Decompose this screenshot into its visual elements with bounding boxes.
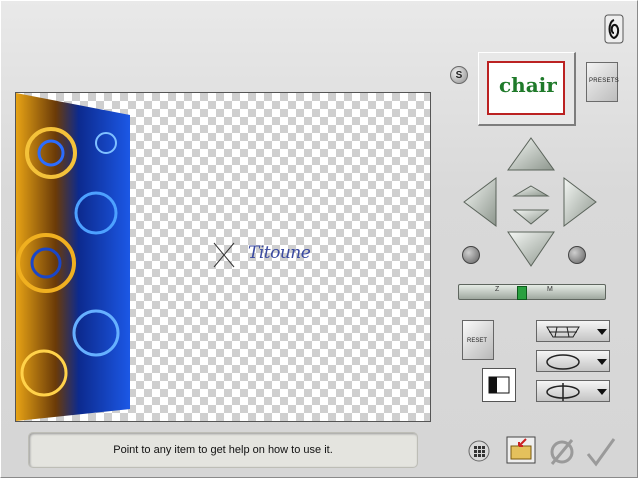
zoom-slider-ticks: Z 0 M bbox=[495, 286, 563, 293]
reset-button[interactable]: RESET bbox=[462, 320, 494, 360]
reset-label: RESET bbox=[467, 338, 488, 344]
rotate-right-icon[interactable] bbox=[568, 246, 586, 264]
color-swatch-icon bbox=[488, 376, 510, 394]
center-down-button[interactable] bbox=[512, 209, 550, 225]
preset-thumbnail-text: chair bbox=[499, 73, 557, 97]
grid-icon[interactable] bbox=[468, 440, 490, 462]
arrow-left-button[interactable] bbox=[463, 177, 497, 227]
save-folder-icon[interactable] bbox=[506, 436, 536, 464]
presets-label: PRESETS bbox=[589, 78, 620, 84]
rotate-circle-icon bbox=[546, 354, 607, 370]
arrow-right-button[interactable] bbox=[563, 177, 597, 227]
twist-effect-icon[interactable] bbox=[604, 14, 624, 44]
rotate-mode-button[interactable] bbox=[536, 350, 610, 372]
seed-label: S bbox=[455, 69, 463, 81]
arrow-up-button[interactable] bbox=[507, 137, 555, 171]
check-icon[interactable] bbox=[584, 436, 618, 468]
background-color-swatch[interactable] bbox=[482, 368, 516, 402]
preset-thumbnail-frame[interactable]: chair bbox=[478, 52, 576, 126]
cancel-icon[interactable] bbox=[548, 438, 576, 466]
rotate-left-icon[interactable] bbox=[462, 246, 480, 264]
watermark-text: Titoune bbox=[248, 243, 311, 263]
preset-thumbnail: chair bbox=[487, 61, 565, 115]
arrow-down-button[interactable] bbox=[507, 231, 555, 267]
flip-mode-button[interactable] bbox=[536, 380, 610, 402]
zoom-slider-knob[interactable] bbox=[517, 286, 527, 300]
fractal-panel-image bbox=[16, 93, 130, 421]
help-status-bar: Point to any item to get help on how to … bbox=[28, 432, 418, 468]
center-up-button[interactable] bbox=[512, 185, 550, 197]
flip-axis-icon bbox=[546, 383, 607, 401]
help-text: Point to any item to get help on how to … bbox=[113, 444, 333, 456]
preview-canvas[interactable]: Titoune bbox=[15, 92, 431, 422]
zoom-slider[interactable]: Z 0 M bbox=[458, 284, 606, 300]
perspective-mode-button[interactable] bbox=[536, 320, 610, 342]
grid-perspective-icon bbox=[546, 326, 607, 338]
seed-button[interactable]: S bbox=[450, 66, 468, 84]
presets-button[interactable]: PRESETS bbox=[586, 62, 620, 102]
